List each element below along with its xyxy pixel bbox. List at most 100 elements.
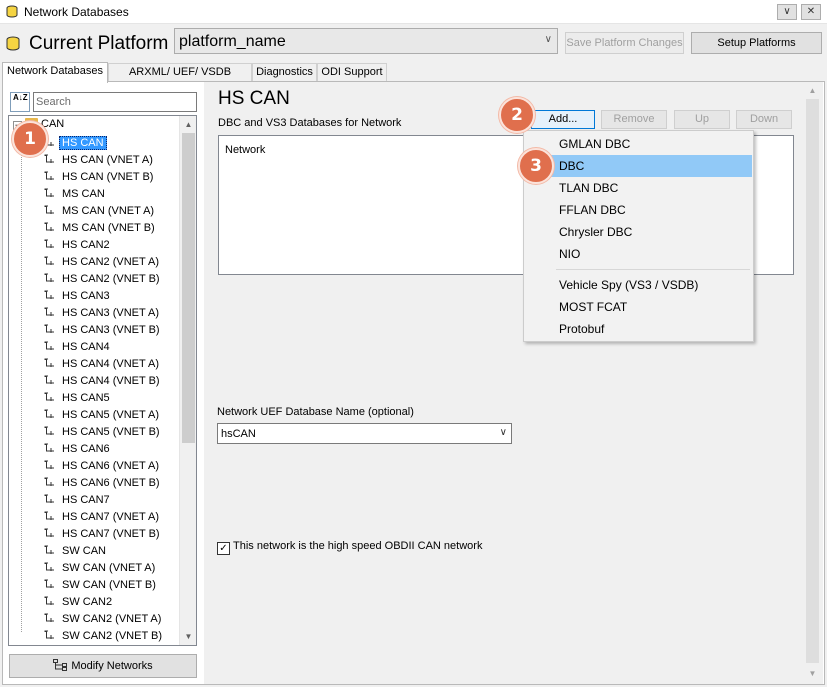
search-input[interactable]: Search: [33, 92, 197, 112]
menu-item[interactable]: Chrysler DBC: [526, 221, 752, 243]
tree-item-label: HS CAN6 (VNET B): [62, 477, 160, 489]
platform-select[interactable]: platform_name ∨: [174, 28, 558, 54]
close-button[interactable]: ✕: [801, 4, 821, 20]
setup-platforms-button[interactable]: Setup Platforms: [691, 32, 822, 54]
tree-item[interactable]: HS CAN7 (VNET B): [44, 526, 163, 543]
network-node-icon: [44, 426, 54, 435]
menu-item[interactable]: TLAN DBC: [526, 177, 752, 199]
database-icon: [6, 5, 18, 18]
tree-item[interactable]: SW CAN2: [44, 594, 115, 611]
tree-item[interactable]: HS CAN5 (VNET A): [44, 407, 162, 424]
network-node-icon: [44, 273, 54, 282]
scroll-down-icon[interactable]: ▼: [180, 628, 196, 645]
tree-item-label: HS CAN: [59, 136, 107, 150]
tree-item[interactable]: HS CAN4 (VNET A): [44, 356, 162, 373]
page-title: Current Platform: [29, 33, 169, 54]
tab-diagnostics[interactable]: Diagnostics: [252, 63, 317, 82]
database-icon: [6, 36, 20, 51]
tree-item[interactable]: HS CAN4 (VNET B): [44, 373, 163, 390]
menu-item[interactable]: GMLAN DBC: [526, 133, 752, 155]
obd-checkbox-row[interactable]: ✓ This network is the high speed OBDII CA…: [217, 540, 482, 555]
network-title: HS CAN: [218, 88, 290, 109]
tree-item[interactable]: SW CAN: [44, 543, 109, 560]
network-node-icon: [44, 222, 54, 231]
tree-item-label: HS CAN7 (VNET A): [62, 511, 159, 523]
tree-item[interactable]: HS CAN3 (VNET B): [44, 322, 163, 339]
tree-item[interactable]: HS CAN5: [44, 390, 113, 407]
tree-item-label: HS CAN6 (VNET A): [62, 460, 159, 472]
tree-item[interactable]: HS CAN6: [44, 441, 113, 458]
tab-network-databases[interactable]: Network Databases: [2, 62, 108, 83]
network-node-icon: [44, 596, 54, 605]
menu-item[interactable]: DBC: [526, 155, 752, 177]
network-node-icon: [44, 188, 54, 197]
save-platform-changes-button[interactable]: Save Platform Changes: [565, 32, 684, 54]
uef-database-value: hsCAN: [221, 428, 256, 440]
tree-item[interactable]: HS CAN: [44, 135, 107, 152]
tree-scrollbar[interactable]: ▲ ▼: [179, 116, 196, 645]
tree-item[interactable]: HS CAN (VNET A): [44, 152, 156, 169]
tree-item[interactable]: HS CAN5 (VNET B): [44, 424, 163, 441]
menu-item[interactable]: MOST FCAT: [526, 296, 752, 318]
modify-networks-button[interactable]: Modify Networks: [9, 654, 197, 678]
scroll-thumb[interactable]: [806, 99, 819, 663]
tree-item[interactable]: HS CAN2 (VNET B): [44, 271, 163, 288]
tab-arxml-uef-vsdb[interactable]: ARXML/ UEF/ VSDB Support: [108, 63, 252, 95]
remove-button[interactable]: Remove: [601, 110, 667, 129]
scroll-up-icon[interactable]: ▲: [180, 116, 196, 133]
network-node-icon: [44, 171, 54, 180]
tree-item-label: HS CAN7: [62, 494, 110, 506]
tree-item-label: HS CAN (VNET A): [62, 154, 153, 166]
chevron-down-icon: ∨: [499, 427, 507, 438]
menu-item[interactable]: FFLAN DBC: [526, 199, 752, 221]
tree-item[interactable]: HS CAN7: [44, 492, 113, 509]
down-button[interactable]: Down: [736, 110, 792, 129]
menu-item[interactable]: Protobuf: [526, 318, 752, 340]
tree-item[interactable]: HS CAN2: [44, 237, 113, 254]
tree-item[interactable]: MS CAN: [44, 186, 108, 203]
tree-item[interactable]: HS CAN3 (VNET A): [44, 305, 162, 322]
network-node-icon: [44, 477, 54, 486]
tree-item-label: SW CAN2: [62, 596, 113, 608]
collapse-button[interactable]: ∨: [777, 4, 797, 20]
tree-item[interactable]: SW CAN2 (VNET A): [44, 611, 164, 628]
tree-item[interactable]: HS CAN6 (VNET B): [44, 475, 163, 492]
tab-odi-support[interactable]: ODI Support: [317, 63, 387, 82]
menu-item[interactable]: Vehicle Spy (VS3 / VSDB): [526, 274, 752, 296]
tree-item[interactable]: HS CAN3: [44, 288, 113, 305]
network-node-icon: [44, 358, 54, 367]
platform-header: Current Platform platform_name ∨ Save Pl…: [0, 25, 827, 61]
uef-database-select[interactable]: hsCAN ∨: [217, 423, 512, 444]
scroll-down-icon[interactable]: ▼: [804, 665, 821, 682]
sort-az-icon[interactable]: A↓Z: [10, 92, 30, 112]
tree-item-label: HS CAN2: [62, 239, 110, 251]
menu-separator: [556, 269, 750, 270]
tree-item[interactable]: MS CAN (VNET A): [44, 203, 157, 220]
obd-checkbox-label: This network is the high speed OBDII CAN…: [233, 540, 483, 552]
up-button[interactable]: Up: [674, 110, 730, 129]
tree-item[interactable]: MS CAN (VNET B): [44, 220, 158, 237]
tree-item-label: SW CAN2 (VNET B): [62, 630, 163, 642]
tree-item[interactable]: HS CAN4: [44, 339, 113, 356]
tree-item-label: HS CAN3 (VNET A): [62, 307, 159, 319]
network-tree[interactable]: −CAN ▲ ▼ HS CANHS CAN (VNET A)HS CAN (VN…: [8, 115, 197, 646]
tree-item[interactable]: HS CAN6 (VNET A): [44, 458, 162, 475]
tree-item[interactable]: SW CAN (VNET A): [44, 560, 158, 577]
add-button[interactable]: Add...: [531, 110, 595, 129]
dbc-databases-label: DBC and VS3 Databases for Network: [218, 117, 402, 129]
network-node-icon: [44, 290, 54, 299]
add-database-menu: GMLAN DBC DBC TLAN DBC FFLAN DBC Chrysler DB…: [523, 130, 754, 342]
tree-item[interactable]: SW CAN2 (VNET B): [44, 628, 165, 645]
tree-item[interactable]: SW CAN (VNET B): [44, 577, 159, 594]
tree-item[interactable]: HS CAN (VNET B): [44, 169, 156, 186]
menu-item[interactable]: NIO: [526, 243, 752, 265]
tree-item[interactable]: HS CAN7 (VNET A): [44, 509, 162, 526]
scroll-thumb[interactable]: [182, 133, 195, 443]
tree-item-label: SW CAN2 (VNET A): [62, 613, 162, 625]
detail-scrollbar[interactable]: ▲ ▼: [804, 82, 821, 682]
scroll-up-icon[interactable]: ▲: [804, 82, 821, 99]
obd-checkbox[interactable]: ✓: [217, 542, 230, 555]
callout-badge-3: 3: [518, 148, 554, 184]
window-title: Network Databases: [24, 5, 129, 19]
tree-item[interactable]: HS CAN2 (VNET A): [44, 254, 162, 271]
